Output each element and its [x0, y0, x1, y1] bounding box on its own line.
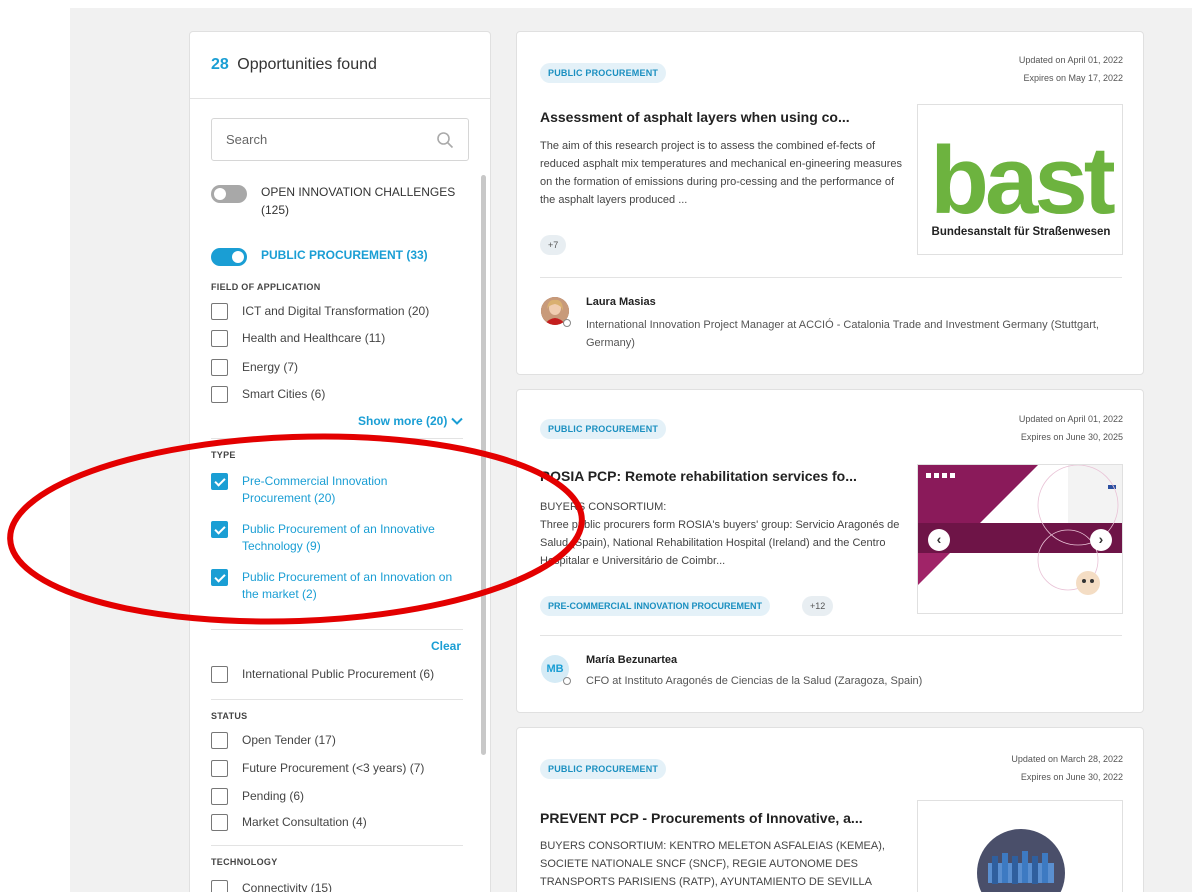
- results-label: Opportunities found: [237, 56, 377, 73]
- checkbox[interactable]: [211, 303, 228, 320]
- filter-checkbox[interactable]: Pending (6): [211, 788, 457, 805]
- filter-checkbox[interactable]: Open Tender (17): [211, 732, 457, 749]
- section-title-technology: TECHNOLOGY: [211, 857, 278, 867]
- updated-date: Updated on April 01, 2022: [1018, 414, 1123, 424]
- category-badge: PUBLIC PROCUREMENT: [540, 63, 667, 83]
- toggle-label: OPEN INNOVATION CHALLENGES (125): [261, 185, 456, 217]
- card-title[interactable]: Assessment of asphalt layers when using …: [540, 109, 850, 125]
- svg-text:Bundesanstalt für Straßenwesen: Bundesanstalt für Straßenwesen: [932, 226, 1111, 238]
- card-image-carousel[interactable]: ‹ ›: [917, 464, 1123, 614]
- divider: [211, 629, 463, 630]
- search-input[interactable]: [226, 119, 426, 160]
- category-badge: PUBLIC PROCUREMENT: [540, 419, 667, 439]
- checkbox[interactable]: [211, 666, 228, 683]
- toggle-open-innovation[interactable]: OPEN INNOVATION CHALLENGES (125): [211, 183, 461, 219]
- updated-date: Updated on March 28, 2022: [1011, 754, 1123, 764]
- checkbox[interactable]: [211, 814, 228, 831]
- toggle-public-procurement[interactable]: PUBLIC PROCUREMENT (33): [211, 246, 428, 266]
- filter-checkbox[interactable]: Future Procurement (<3 years) (7): [211, 760, 457, 777]
- divider: [211, 699, 463, 700]
- card-image[interactable]: bast Bundesanstalt für Straßenwesen: [917, 104, 1123, 255]
- checkbox[interactable]: [211, 732, 228, 749]
- person-name[interactable]: Laura Masias: [586, 296, 656, 308]
- toggle-label: PUBLIC PROCUREMENT (33): [261, 248, 428, 262]
- clear-link[interactable]: Clear: [431, 639, 461, 653]
- online-status-icon: [563, 319, 571, 327]
- filter-checkbox[interactable]: Public Procurement of an Innovative Tech…: [211, 521, 457, 555]
- card-dates: Updated on March 28, 2022 Expires on Jun…: [1011, 750, 1123, 786]
- opportunity-card[interactable]: PUBLIC PROCUREMENT Updated on March 28, …: [516, 727, 1144, 892]
- toggle-switch[interactable]: [211, 248, 247, 266]
- section-title-type: TYPE: [211, 450, 236, 460]
- results-count: 28: [211, 56, 229, 73]
- sidebar-scrollbar[interactable]: [481, 175, 486, 755]
- card-separator: [540, 277, 1122, 278]
- expires-date: Expires on June 30, 2022: [1020, 772, 1123, 782]
- filter-checkbox[interactable]: Public Procurement of an Innovation on t…: [211, 569, 457, 603]
- filter-checkbox[interactable]: Health and Healthcare (11): [211, 330, 457, 347]
- updated-date: Updated on April 01, 2022: [1018, 55, 1123, 65]
- search-icon[interactable]: [436, 131, 454, 149]
- card-dates: Updated on April 01, 2022 Expires on Jun…: [1019, 410, 1123, 446]
- card-dates: Updated on April 01, 2022 Expires on May…: [1019, 51, 1123, 87]
- opportunity-card[interactable]: PUBLIC PROCUREMENT Updated on April 01, …: [516, 31, 1144, 375]
- card-title[interactable]: ROSIA PCP: Remote rehabilitation service…: [540, 468, 857, 484]
- svg-text:bast: bast: [930, 127, 1114, 234]
- section-title-status: STATUS: [211, 711, 248, 721]
- checkbox[interactable]: [211, 880, 228, 892]
- card-description: BUYERS CONSORTIUM: KENTRO MELETON ASFALE…: [540, 840, 885, 888]
- filter-checkbox[interactable]: International Public Procurement (6): [211, 666, 457, 683]
- checkbox[interactable]: [211, 569, 228, 586]
- person-name[interactable]: María Bezunartea: [586, 654, 677, 666]
- checkbox[interactable]: [211, 330, 228, 347]
- more-tags-chip[interactable]: +7: [540, 235, 567, 255]
- bast-logo: bast Bundesanstalt für Straßenwesen: [918, 105, 1122, 254]
- checkbox[interactable]: [211, 760, 228, 777]
- filter-checkbox[interactable]: Smart Cities (6): [211, 386, 457, 403]
- chevron-down-icon: [450, 418, 463, 426]
- type-tag-chip[interactable]: PRE-COMMERCIAL INNOVATION PROCUREMENT: [540, 596, 771, 616]
- card-description: The aim of this research project is to a…: [540, 140, 902, 206]
- person-role: International Innovation Project Manager…: [586, 319, 1099, 349]
- show-more-link[interactable]: Show more (20): [358, 414, 463, 428]
- card-separator: [540, 635, 1122, 636]
- search-box[interactable]: [211, 118, 469, 161]
- results-header: 28 Opportunities found: [190, 32, 490, 99]
- checkbox[interactable]: [211, 359, 228, 376]
- checkbox[interactable]: [211, 788, 228, 805]
- card-title[interactable]: PREVENT PCP - Procurements of Innovative…: [540, 810, 863, 826]
- filter-checkbox[interactable]: Pre-Commercial Innovation Procurement (2…: [211, 473, 457, 507]
- expires-date: Expires on May 17, 2022: [1023, 73, 1123, 83]
- checkbox[interactable]: [211, 386, 228, 403]
- filter-checkbox[interactable]: ICT and Digital Transformation (20): [211, 303, 457, 320]
- category-badge: PUBLIC PROCUREMENT: [540, 759, 667, 779]
- more-tags-chip[interactable]: +12: [802, 596, 834, 616]
- prevent-logo: [918, 801, 1122, 892]
- divider: [211, 438, 463, 439]
- filter-checkbox[interactable]: Connectivity (15): [211, 880, 457, 892]
- checkbox[interactable]: [211, 521, 228, 538]
- checkbox[interactable]: [211, 473, 228, 490]
- card-image[interactable]: [917, 800, 1123, 892]
- online-status-icon: [563, 677, 571, 685]
- toggle-switch[interactable]: [211, 185, 247, 203]
- section-title-field: FIELD OF APPLICATION: [211, 282, 321, 292]
- filter-sidebar: 28 Opportunities found OPEN INNOVATION C…: [189, 31, 491, 892]
- carousel-prev-button[interactable]: ‹: [928, 529, 950, 551]
- card-description: BUYERS CONSORTIUM: Three public procurer…: [540, 501, 900, 567]
- filter-checkbox[interactable]: Market Consultation (4): [211, 814, 457, 831]
- expires-date: Expires on June 30, 2025: [1020, 432, 1123, 442]
- carousel-next-button[interactable]: ›: [1090, 529, 1112, 551]
- filter-checkbox[interactable]: Energy (7): [211, 359, 457, 376]
- opportunity-card[interactable]: PUBLIC PROCUREMENT Updated on April 01, …: [516, 389, 1144, 713]
- divider: [211, 845, 463, 846]
- person-role: CFO at Instituto Aragonés de Ciencias de…: [586, 675, 923, 687]
